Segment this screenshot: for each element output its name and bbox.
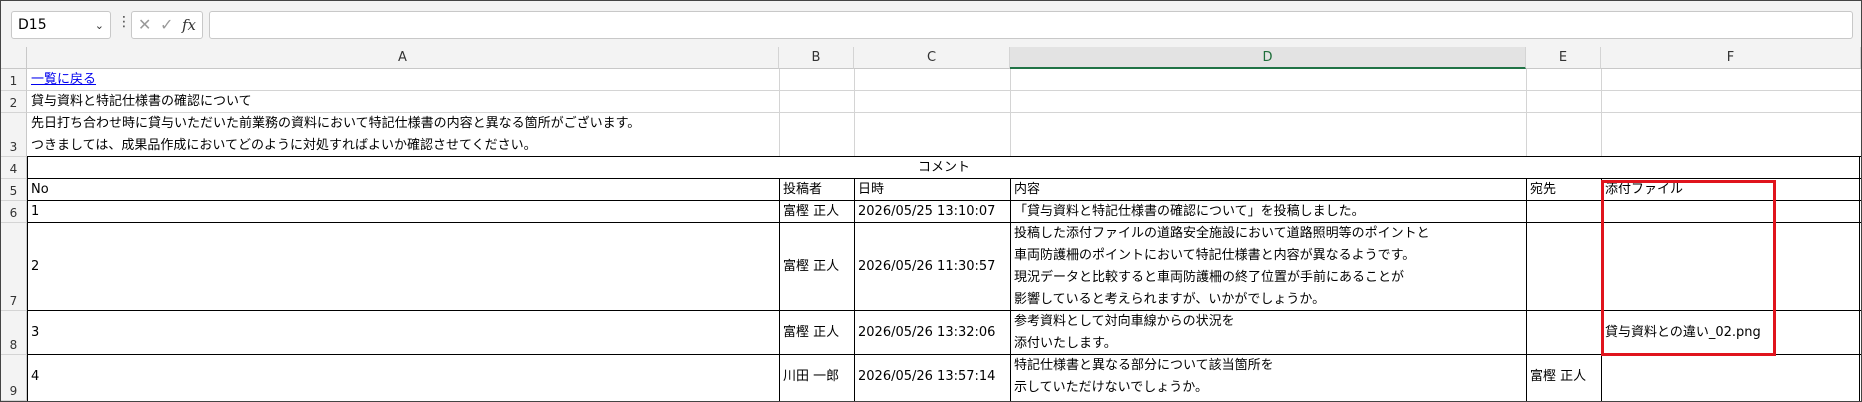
row1-no: 1 xyxy=(31,204,40,219)
row-number: 8 xyxy=(9,338,18,352)
row-header-6[interactable]: 6 xyxy=(1,201,27,223)
row4-content-line: 特記仕様書と異なる部分について該当箇所を xyxy=(1014,358,1274,373)
gridline xyxy=(854,69,855,157)
row4-to: 富樫 正人 xyxy=(1530,369,1587,384)
column-header-e[interactable]: E xyxy=(1526,47,1601,69)
confirm-icon[interactable]: ✓ xyxy=(160,15,173,34)
column-header-d[interactable]: D xyxy=(1010,47,1526,69)
name-box[interactable]: D15 ⌄ xyxy=(11,11,111,39)
row-number: 5 xyxy=(9,184,18,198)
spreadsheet-window: D15 ⌄ ⋮ ✕ ✓ fx A B C D E F 1 2 3 4 5 6 7… xyxy=(0,0,1862,402)
column-header-c[interactable]: C xyxy=(854,47,1010,69)
row3-content-line: 参考資料として対向車線からの状況を xyxy=(1014,314,1235,329)
row1-author: 富樫 正人 xyxy=(783,204,840,219)
gridline xyxy=(27,90,1861,91)
row2-content-line: 投稿した添付ファイルの道路安全施設において道路照明等のポイントと xyxy=(1014,226,1430,241)
row-header-9[interactable]: 9 xyxy=(1,355,27,401)
table-border xyxy=(779,178,780,401)
more-options-icon[interactable]: ⋮ xyxy=(117,14,131,30)
row3-no: 3 xyxy=(31,325,40,340)
row2-content-line: 現況データと比較すると車両防護柵の終了位置が手前にあることが xyxy=(1014,270,1405,285)
table-border xyxy=(27,310,1861,311)
table-border xyxy=(1526,178,1527,401)
formula-buttons: ✕ ✓ fx xyxy=(131,11,203,39)
row3-author: 富樫 正人 xyxy=(783,325,840,340)
attachment-highlight-box xyxy=(1601,180,1776,356)
header-author: 投稿者 xyxy=(783,182,823,197)
row2-content-line: 車両防護柵のポイントにおいて特記仕様書と内容が異なるようです。 xyxy=(1014,248,1416,263)
chevron-down-icon[interactable]: ⌄ xyxy=(95,19,104,32)
formula-input[interactable] xyxy=(209,11,1853,39)
row1-datetime: 2026/05/25 13:10:07 xyxy=(858,204,996,219)
insert-function-icon[interactable]: fx xyxy=(182,16,196,34)
row4-no: 4 xyxy=(31,369,40,384)
row-number: 7 xyxy=(9,294,18,308)
row4-datetime: 2026/05/26 13:57:14 xyxy=(858,369,996,384)
formula-bar: D15 ⌄ ⋮ ✕ ✓ fx xyxy=(1,1,1861,47)
row-header-7[interactable]: 7 xyxy=(1,223,27,311)
row-header-4[interactable]: 4 xyxy=(1,157,27,179)
subject-text: 貸与資料と特記仕様書の確認について xyxy=(31,94,252,109)
table-border xyxy=(1010,178,1011,401)
row-header-1[interactable]: 1 xyxy=(1,69,27,91)
row-number: 3 xyxy=(9,140,18,154)
table-border xyxy=(1859,156,1860,401)
table-border xyxy=(854,178,855,401)
comment-header: コメント xyxy=(917,160,970,175)
row-header-3[interactable]: 3 xyxy=(1,113,27,157)
gridline xyxy=(1010,69,1011,157)
body-line-2: つきましては、成果品作成においてどのように対処すればよいか確認させてください。 xyxy=(31,138,537,153)
row-number: 2 xyxy=(9,96,18,110)
row2-no: 2 xyxy=(31,259,40,274)
row-number: 9 xyxy=(9,384,18,398)
row2-content-line: 影響していると考えられますが、いかがでしょうか。 xyxy=(1014,292,1326,307)
row3-content-line: 添付いたします。 xyxy=(1014,336,1117,351)
row-header-5[interactable]: 5 xyxy=(1,179,27,201)
row3-datetime: 2026/05/26 13:32:06 xyxy=(858,325,996,340)
column-header-a[interactable]: A xyxy=(27,47,779,69)
header-datetime: 日時 xyxy=(858,182,885,197)
table-border xyxy=(27,354,1861,355)
header-no: No xyxy=(31,182,49,197)
row-header-8[interactable]: 8 xyxy=(1,311,27,355)
row1-content: 「貸与資料と特記仕様書の確認について」を投稿しました。 xyxy=(1014,204,1365,219)
back-to-list-link[interactable]: 一覧に戻る xyxy=(31,69,96,91)
row-number: 4 xyxy=(9,162,18,176)
row2-datetime: 2026/05/26 11:30:57 xyxy=(858,259,996,274)
gridline xyxy=(779,69,780,157)
row4-content-line: 示していただけないでしょうか。 xyxy=(1014,380,1208,395)
header-to: 宛先 xyxy=(1530,182,1557,197)
row-number: 1 xyxy=(9,74,18,88)
cell-reference: D15 xyxy=(18,17,47,33)
row2-author: 富樫 正人 xyxy=(783,259,840,274)
table-border xyxy=(27,156,28,401)
cancel-icon[interactable]: ✕ xyxy=(138,15,151,34)
gridline xyxy=(1601,69,1602,157)
row-number: 6 xyxy=(9,206,18,220)
row-header-2[interactable]: 2 xyxy=(1,91,27,113)
select-all-corner[interactable] xyxy=(1,47,27,69)
row4-author: 川田 一郎 xyxy=(783,369,840,384)
column-header-b[interactable]: B xyxy=(779,47,854,69)
column-header-f[interactable]: F xyxy=(1601,47,1861,69)
header-content: 内容 xyxy=(1014,182,1041,197)
body-line-1: 先日打ち合わせ時に貸与いただいた前業務の資料において特記仕様書の内容と異なる箇所… xyxy=(31,116,641,131)
gridline xyxy=(1526,69,1527,157)
